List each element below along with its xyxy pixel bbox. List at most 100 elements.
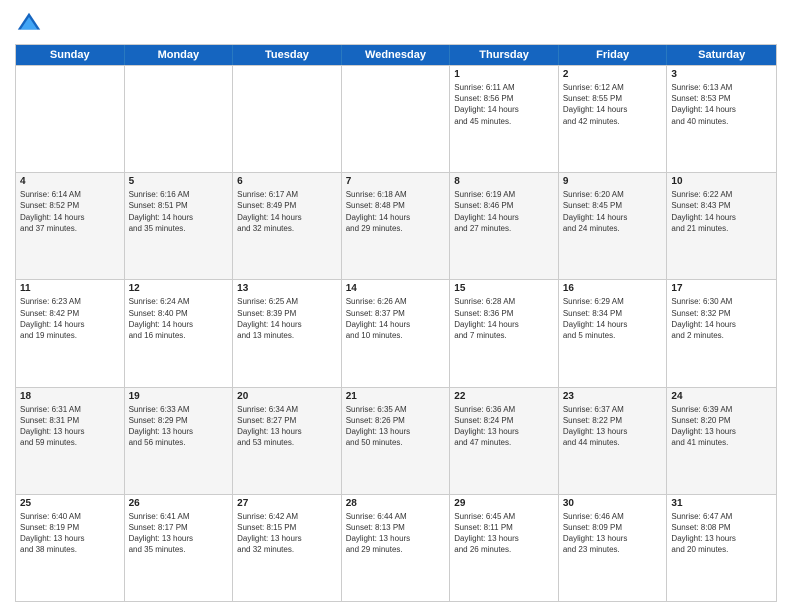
calendar-cell: 31Sunrise: 6:47 AM Sunset: 8:08 PM Dayli… (667, 495, 776, 601)
calendar-cell: 3 Sunrise: 6:13 AM Sunset: 8:53 PM Daylig… (667, 66, 776, 172)
day-info: Sunrise: 6:19 AM Sunset: 8:46 PM Dayligh… (454, 189, 554, 234)
calendar-cell: 14Sunrise: 6:26 AM Sunset: 8:37 PM Dayli… (342, 280, 451, 386)
calendar-week: 11Sunrise: 6:23 AM Sunset: 8:42 PM Dayli… (16, 279, 776, 386)
calendar: SundayMondayTuesdayWednesdayThursdayFrid… (15, 44, 777, 602)
day-info: Sunrise: 6:17 AM Sunset: 8:49 PM Dayligh… (237, 189, 337, 234)
day-info: Sunrise: 6:39 AM Sunset: 8:20 PM Dayligh… (671, 404, 772, 449)
calendar-cell: 7 Sunrise: 6:18 AM Sunset: 8:48 PM Daylig… (342, 173, 451, 279)
day-number: 29 (454, 498, 554, 509)
day-info: Sunrise: 6:37 AM Sunset: 8:22 PM Dayligh… (563, 404, 663, 449)
calendar-cell: 24 Sunrise: 6:39 AM Sunset: 8:20 PM Dayli… (667, 388, 776, 494)
calendar-header-cell: Sunday (16, 45, 125, 65)
day-info: Sunrise: 6:36 AM Sunset: 8:24 PM Dayligh… (454, 404, 554, 449)
calendar-header-cell: Tuesday (233, 45, 342, 65)
calendar-cell: 4 Sunrise: 6:14 AM Sunset: 8:52 PM Daylig… (16, 173, 125, 279)
day-number: 12 (129, 283, 229, 294)
day-number: 10 (671, 176, 772, 187)
calendar-cell: 8 Sunrise: 6:19 AM Sunset: 8:46 PM Daylig… (450, 173, 559, 279)
calendar-cell: 26 Sunrise: 6:41 AM Sunset: 8:17 PM Dayli… (125, 495, 234, 601)
calendar-cell: 20 Sunrise: 6:34 AM Sunset: 8:27 PM Dayli… (233, 388, 342, 494)
day-info: Sunrise: 6:46 AM Sunset: 8:09 PM Dayligh… (563, 511, 663, 556)
day-number: 24 (671, 391, 772, 402)
day-info: Sunrise: 6:20 AM Sunset: 8:45 PM Dayligh… (563, 189, 663, 234)
day-number: 1 (454, 69, 554, 80)
day-number: 16 (563, 283, 663, 294)
day-info: Sunrise: 6:33 AM Sunset: 8:29 PM Dayligh… (129, 404, 229, 449)
logo-icon (15, 10, 43, 38)
calendar-cell: 29 Sunrise: 6:45 AM Sunset: 8:11 PM Dayli… (450, 495, 559, 601)
day-info: Sunrise: 6:29 AM Sunset: 8:34 PM Dayligh… (563, 296, 663, 341)
day-number: 7 (346, 176, 446, 187)
calendar-cell: 13 Sunrise: 6:25 AM Sunset: 8:39 PM Dayli… (233, 280, 342, 386)
day-info: Sunrise: 6:25 AM Sunset: 8:39 PM Dayligh… (237, 296, 337, 341)
day-info: Sunrise: 6:40 AM Sunset: 8:19 PM Dayligh… (20, 511, 120, 556)
calendar-cell: 18Sunrise: 6:31 AM Sunset: 8:31 PM Dayli… (16, 388, 125, 494)
day-info: Sunrise: 6:44 AM Sunset: 8:13 PM Dayligh… (346, 511, 446, 556)
day-number: 3 (671, 69, 772, 80)
calendar-header-cell: Monday (125, 45, 234, 65)
day-info: Sunrise: 6:11 AM Sunset: 8:56 PM Dayligh… (454, 82, 554, 127)
day-info: Sunrise: 6:30 AM Sunset: 8:32 PM Dayligh… (671, 296, 772, 341)
calendar-cell: 5Sunrise: 6:16 AM Sunset: 8:51 PM Daylig… (125, 173, 234, 279)
day-number: 15 (454, 283, 554, 294)
calendar-cell: 9 Sunrise: 6:20 AM Sunset: 8:45 PM Daylig… (559, 173, 668, 279)
day-number: 18 (20, 391, 120, 402)
calendar-week: 25 Sunrise: 6:40 AM Sunset: 8:19 PM Dayli… (16, 494, 776, 601)
day-number: 8 (454, 176, 554, 187)
calendar-cell (16, 66, 125, 172)
calendar-cell: 15 Sunrise: 6:28 AM Sunset: 8:36 PM Dayli… (450, 280, 559, 386)
day-number: 27 (237, 498, 337, 509)
calendar-week: 1 Sunrise: 6:11 AM Sunset: 8:56 PM Daylig… (16, 65, 776, 172)
day-number: 2 (563, 69, 663, 80)
day-number: 5 (129, 176, 229, 187)
day-number: 23 (563, 391, 663, 402)
calendar-header-cell: Thursday (450, 45, 559, 65)
logo (15, 10, 47, 38)
day-info: Sunrise: 6:24 AM Sunset: 8:40 PM Dayligh… (129, 296, 229, 341)
calendar-cell: 11Sunrise: 6:23 AM Sunset: 8:42 PM Dayli… (16, 280, 125, 386)
day-info: Sunrise: 6:13 AM Sunset: 8:53 PM Dayligh… (671, 82, 772, 127)
calendar-header: SundayMondayTuesdayWednesdayThursdayFrid… (16, 45, 776, 65)
calendar-cell: 16 Sunrise: 6:29 AM Sunset: 8:34 PM Dayli… (559, 280, 668, 386)
day-number: 28 (346, 498, 446, 509)
calendar-cell: 19 Sunrise: 6:33 AM Sunset: 8:29 PM Dayli… (125, 388, 234, 494)
day-info: Sunrise: 6:34 AM Sunset: 8:27 PM Dayligh… (237, 404, 337, 449)
day-info: Sunrise: 6:41 AM Sunset: 8:17 PM Dayligh… (129, 511, 229, 556)
calendar-header-cell: Friday (559, 45, 668, 65)
day-number: 13 (237, 283, 337, 294)
calendar-cell: 6Sunrise: 6:17 AM Sunset: 8:49 PM Daylig… (233, 173, 342, 279)
day-info: Sunrise: 6:12 AM Sunset: 8:55 PM Dayligh… (563, 82, 663, 127)
day-number: 4 (20, 176, 120, 187)
calendar-cell: 21 Sunrise: 6:35 AM Sunset: 8:26 PM Dayli… (342, 388, 451, 494)
day-info: Sunrise: 6:45 AM Sunset: 8:11 PM Dayligh… (454, 511, 554, 556)
day-info: Sunrise: 6:42 AM Sunset: 8:15 PM Dayligh… (237, 511, 337, 556)
calendar-header-cell: Wednesday (342, 45, 451, 65)
calendar-cell: 28 Sunrise: 6:44 AM Sunset: 8:13 PM Dayli… (342, 495, 451, 601)
day-number: 21 (346, 391, 446, 402)
day-number: 19 (129, 391, 229, 402)
calendar-cell: 25 Sunrise: 6:40 AM Sunset: 8:19 PM Dayli… (16, 495, 125, 601)
day-number: 9 (563, 176, 663, 187)
day-number: 31 (671, 498, 772, 509)
day-number: 25 (20, 498, 120, 509)
calendar-week: 18Sunrise: 6:31 AM Sunset: 8:31 PM Dayli… (16, 387, 776, 494)
day-number: 11 (20, 283, 120, 294)
day-number: 30 (563, 498, 663, 509)
day-number: 22 (454, 391, 554, 402)
calendar-cell: 23 Sunrise: 6:37 AM Sunset: 8:22 PM Dayli… (559, 388, 668, 494)
calendar-cell: 12 Sunrise: 6:24 AM Sunset: 8:40 PM Dayli… (125, 280, 234, 386)
day-info: Sunrise: 6:28 AM Sunset: 8:36 PM Dayligh… (454, 296, 554, 341)
calendar-body: 1 Sunrise: 6:11 AM Sunset: 8:56 PM Daylig… (16, 65, 776, 601)
calendar-cell: 10Sunrise: 6:22 AM Sunset: 8:43 PM Dayli… (667, 173, 776, 279)
calendar-cell (125, 66, 234, 172)
day-number: 26 (129, 498, 229, 509)
day-info: Sunrise: 6:18 AM Sunset: 8:48 PM Dayligh… (346, 189, 446, 234)
calendar-cell: 22 Sunrise: 6:36 AM Sunset: 8:24 PM Dayli… (450, 388, 559, 494)
day-number: 14 (346, 283, 446, 294)
calendar-cell (233, 66, 342, 172)
day-info: Sunrise: 6:35 AM Sunset: 8:26 PM Dayligh… (346, 404, 446, 449)
day-number: 20 (237, 391, 337, 402)
day-info: Sunrise: 6:14 AM Sunset: 8:52 PM Dayligh… (20, 189, 120, 234)
calendar-cell: 17Sunrise: 6:30 AM Sunset: 8:32 PM Dayli… (667, 280, 776, 386)
calendar-week: 4 Sunrise: 6:14 AM Sunset: 8:52 PM Daylig… (16, 172, 776, 279)
